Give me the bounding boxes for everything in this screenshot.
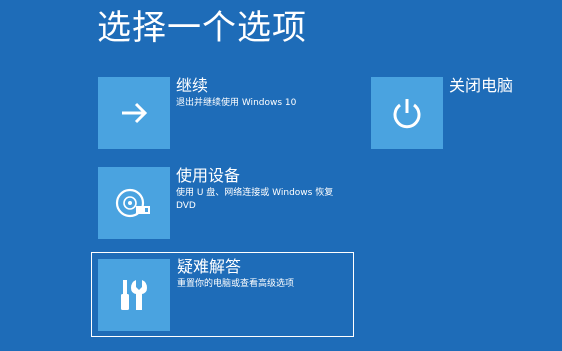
option-turn-off-tile[interactable] xyxy=(371,77,443,149)
disc-drive-icon xyxy=(115,188,150,218)
option-use-device-tile[interactable] xyxy=(98,167,170,239)
option-use-device-title: 使用设备 xyxy=(176,166,241,185)
option-continue-tile[interactable] xyxy=(98,77,170,149)
page-title: 选择一个选项 xyxy=(97,8,307,48)
option-troubleshoot[interactable]: 疑难解答 重置你的电脑或查看高级选项 xyxy=(91,252,354,337)
power-icon xyxy=(393,99,421,129)
option-turn-off-title: 关闭电脑 xyxy=(449,76,514,95)
option-use-device[interactable]: 使用设备 使用 U 盘、网络连接或 Windows 恢复 DVD xyxy=(98,166,348,239)
arrow-right-icon xyxy=(122,102,148,124)
tools-icon xyxy=(121,280,147,310)
option-use-device-description: 使用 U 盘、网络连接或 Windows 恢复 DVD xyxy=(176,188,334,211)
option-continue-description: 退出并继续使用 Windows 10 xyxy=(176,98,297,108)
option-troubleshoot-tile[interactable] xyxy=(98,259,170,331)
option-turn-off[interactable]: 关闭电脑 xyxy=(371,76,541,149)
option-continue-title: 继续 xyxy=(176,76,209,95)
option-continue[interactable]: 继续 退出并继续使用 Windows 10 xyxy=(98,76,348,149)
option-troubleshoot-title: 疑难解答 xyxy=(177,257,242,276)
option-troubleshoot-description: 重置你的电脑或查看高级选项 xyxy=(177,279,295,289)
